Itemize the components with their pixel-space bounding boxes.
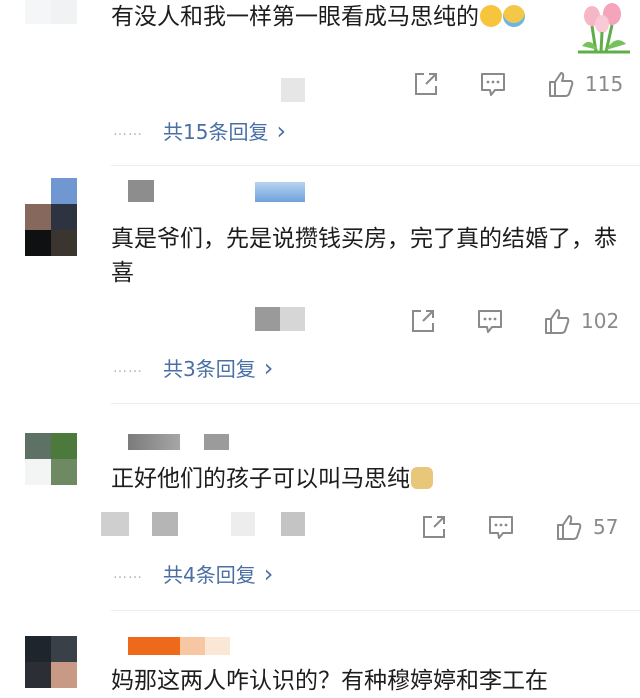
badge-blur xyxy=(255,182,305,202)
comment-text: 正好他们的孩子可以叫马思纯 xyxy=(111,462,626,496)
avatar[interactable] xyxy=(25,433,77,485)
comment-text: 有没人和我一样第一眼看成马思纯的 xyxy=(111,0,626,34)
chevron-right-icon: › xyxy=(263,353,274,382)
like-button[interactable]: 57 xyxy=(555,513,618,541)
badge-blur xyxy=(180,637,205,655)
timestamp-blur xyxy=(231,512,255,536)
share-button[interactable] xyxy=(413,71,439,97)
like-count: 57 xyxy=(593,515,619,539)
chevron-right-icon: › xyxy=(276,116,287,145)
timestamp-blur xyxy=(152,512,178,536)
like-icon xyxy=(557,515,582,540)
like-count: 102 xyxy=(581,309,620,333)
dots: …… xyxy=(113,565,143,582)
badge-blur xyxy=(205,637,230,655)
avatar[interactable] xyxy=(25,636,77,688)
share-button[interactable] xyxy=(410,308,436,334)
view-replies-link[interactable]: …… 共3条回复 › xyxy=(113,353,273,382)
like-button[interactable]: 115 xyxy=(547,70,623,98)
share-icon xyxy=(415,73,437,95)
comment-text: 真是爷们，先是说攒钱买房，完了真的结婚了，恭喜 xyxy=(111,222,626,290)
view-replies-link[interactable]: …… 共15条回复 › xyxy=(113,116,286,145)
timestamp-blur xyxy=(101,512,129,536)
laughing-emoji-icon xyxy=(480,5,502,27)
divider xyxy=(111,165,640,166)
divider xyxy=(111,610,640,611)
replies-label: 共15条回复 xyxy=(163,120,269,144)
comment-icon xyxy=(481,73,505,96)
replies-label: 共4条回复 xyxy=(163,563,256,587)
like-count: 115 xyxy=(585,72,624,96)
timestamp-blur xyxy=(281,512,305,536)
comment-text: 妈那这两人咋认识的？有种穆婷婷和李工在 xyxy=(111,664,626,698)
like-icon xyxy=(549,72,574,97)
comment-body: 妈那这两人咋认识的？有种穆婷婷和李工在 xyxy=(111,668,548,694)
divider xyxy=(111,403,640,404)
comment-body: 正好他们的孩子可以叫马思纯 xyxy=(111,466,410,492)
avatar[interactable] xyxy=(25,0,77,24)
dots: …… xyxy=(113,122,143,139)
view-replies-link[interactable]: …… 共4条回复 › xyxy=(113,559,273,588)
doge-emoji-icon xyxy=(411,467,433,489)
comment-icon xyxy=(478,310,502,333)
badge-blur xyxy=(204,434,229,450)
comment-button[interactable] xyxy=(488,515,514,540)
crying-laughing-emoji-icon xyxy=(503,5,525,27)
comment-body: 有没人和我一样第一眼看成马思纯的 xyxy=(111,4,479,30)
comment-icon xyxy=(489,516,513,539)
timestamp-blur xyxy=(255,307,305,331)
timestamp-blur xyxy=(281,78,305,102)
avatar[interactable] xyxy=(25,178,77,256)
dots: …… xyxy=(113,359,143,376)
comment-button[interactable] xyxy=(477,309,503,334)
username-blur[interactable] xyxy=(128,637,180,655)
like-button[interactable]: 102 xyxy=(543,307,619,335)
like-icon xyxy=(545,309,570,334)
share-icon xyxy=(412,310,434,332)
tulip-sticker-icon xyxy=(578,3,630,54)
comment-body: 真是爷们，先是说攒钱买房，完了真的结婚了，恭喜 xyxy=(111,226,617,286)
username-blur[interactable] xyxy=(128,180,154,202)
username-blur[interactable] xyxy=(128,434,180,450)
share-button[interactable] xyxy=(421,514,447,540)
chevron-right-icon: › xyxy=(263,559,274,588)
replies-label: 共3条回复 xyxy=(163,357,256,381)
comment-button[interactable] xyxy=(480,72,506,97)
share-icon xyxy=(423,516,445,538)
